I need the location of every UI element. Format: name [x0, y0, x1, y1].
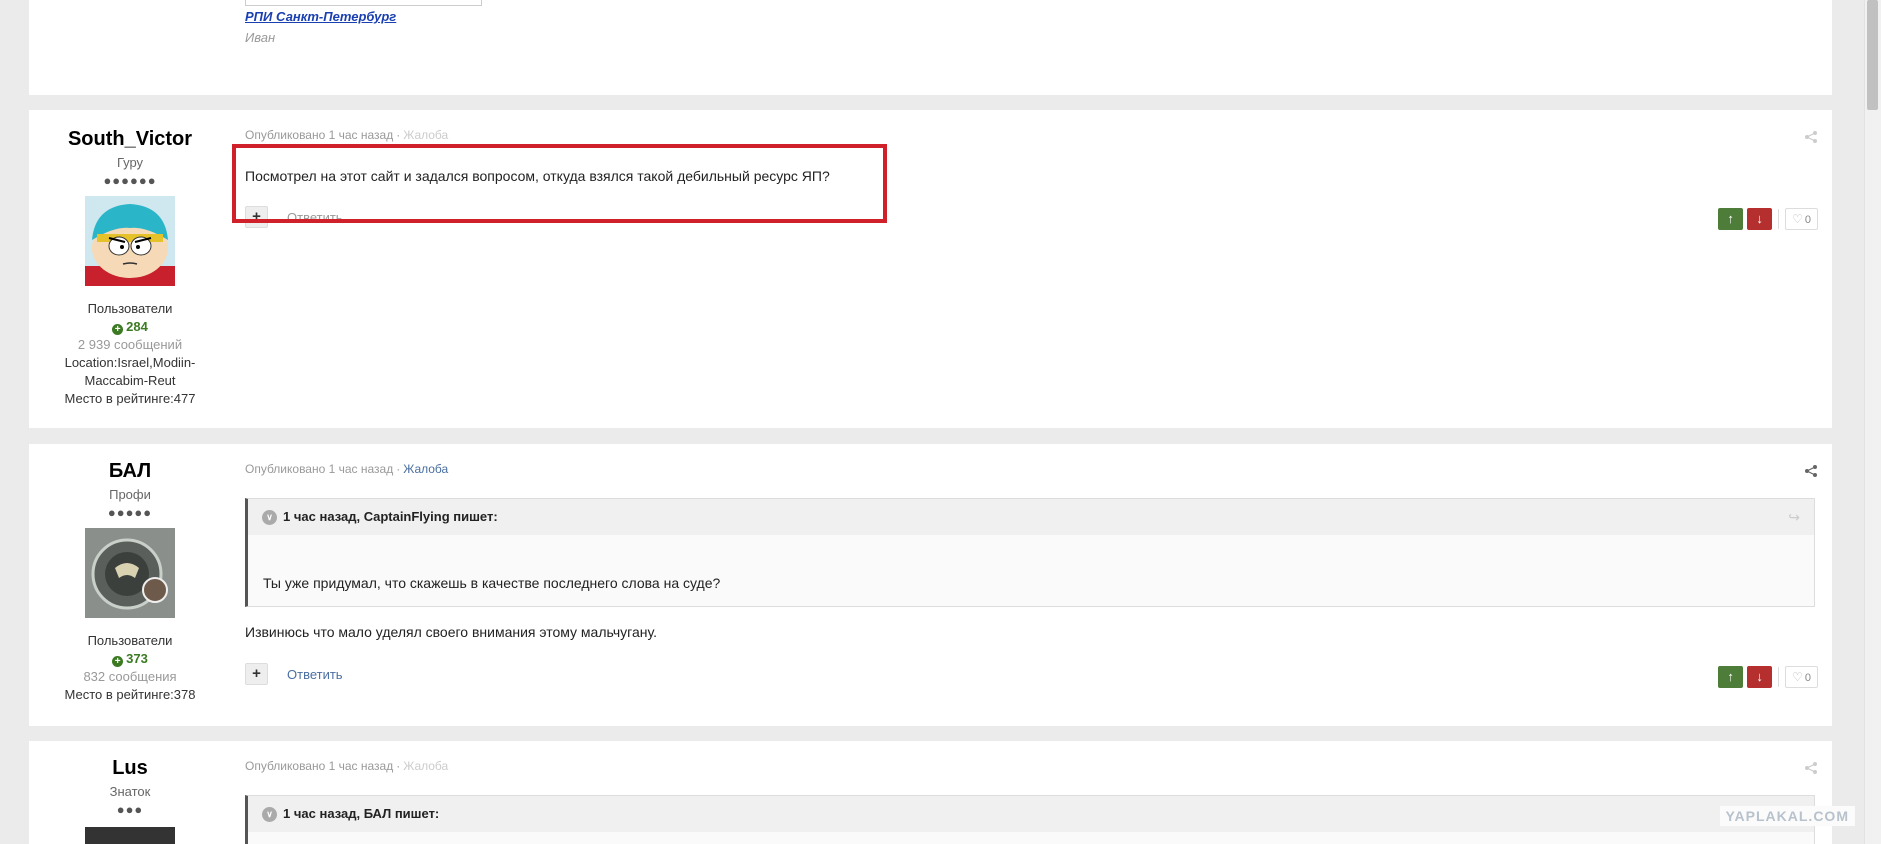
- user-rating: Место в рейтинге:477: [64, 391, 196, 406]
- author-panel: БАЛ Профи ●●●●● Пользователи +373 832 со…: [29, 444, 231, 704]
- cartman-avatar-icon: [85, 196, 175, 286]
- scrollbar[interactable]: [1864, 0, 1881, 844]
- report-link[interactable]: Жалоба: [403, 462, 448, 476]
- user-rating: Место в рейтинге:378: [64, 687, 196, 702]
- published-time[interactable]: Опубликовано 1 час назад: [245, 128, 393, 142]
- like-button[interactable]: ♡ 0: [1785, 208, 1818, 230]
- quote-block: ∨ 1 час назад, БАЛ пишет:: [245, 795, 1815, 844]
- rank-pips: ●●●●●●: [103, 173, 157, 188]
- post-lus: Lus Знаток ●●● Опубликовано 1 час назад ·…: [29, 741, 1832, 844]
- signature-link[interactable]: РПИ Санкт-Петербург: [245, 9, 396, 24]
- reputation-value: 284: [126, 319, 148, 334]
- reply-arrow-icon[interactable]: ↪: [1788, 499, 1800, 535]
- post-meta: Опубликовано 1 час назад · Жалоба: [245, 759, 449, 773]
- author-rank: Знаток: [109, 784, 151, 799]
- avatar[interactable]: [85, 827, 175, 844]
- posts-count[interactable]: 2 939 сообщений: [29, 336, 231, 354]
- plus-circle-icon: +: [112, 656, 124, 667]
- report-link[interactable]: Жалоба: [403, 128, 448, 142]
- share-icon[interactable]: [1804, 761, 1818, 775]
- chevron-down-icon[interactable]: ∨: [262, 510, 277, 525]
- signature-name: Иван: [245, 30, 276, 45]
- multiquote-button[interactable]: +: [245, 663, 268, 685]
- author-rank: Гуру: [116, 155, 144, 170]
- quote-header[interactable]: ∨ 1 час назад, БАЛ пишет:: [248, 796, 1814, 832]
- rank-pips: ●●●: [116, 802, 144, 817]
- user-group: Пользователи: [87, 301, 173, 316]
- report-link[interactable]: Жалоба: [403, 759, 448, 773]
- reputation-value: 373: [126, 651, 148, 666]
- site-watermark: YAPLAKAL.COM: [1719, 806, 1855, 826]
- reputation: +373: [29, 650, 231, 668]
- quote-author: 1 час назад, БАЛ пишет:: [283, 806, 440, 821]
- avatar[interactable]: [85, 528, 175, 618]
- reply-link[interactable]: Ответить: [287, 667, 343, 682]
- post-bal: БАЛ Профи ●●●●● Пользователи +373 832 со…: [29, 444, 1832, 726]
- quote-block: ∨ 1 час назад, CaptainFlying пишет: ↪ Ты …: [245, 498, 1815, 607]
- like-count: 0: [1804, 214, 1811, 226]
- quote-header[interactable]: ∨ 1 час назад, CaptainFlying пишет: ↪: [248, 499, 1814, 535]
- author-username[interactable]: БАЛ: [29, 460, 231, 483]
- author-panel: South_Victor Гуру ●●●●●● Пользователи +2…: [29, 110, 231, 408]
- share-icon[interactable]: [1804, 464, 1818, 478]
- plus-circle-icon: +: [112, 324, 124, 335]
- highlight-box: [232, 144, 887, 223]
- badge-avatar-icon: [85, 528, 175, 618]
- post-content: Извинюсь что мало уделял своего внимания…: [245, 624, 657, 640]
- quote-author: 1 час назад, CaptainFlying пишет:: [283, 509, 498, 524]
- like-count: 0: [1804, 672, 1811, 684]
- post-meta: Опубликовано 1 час назад · Жалоба: [245, 462, 449, 476]
- arrow-up-icon[interactable]: ↑: [1718, 666, 1744, 688]
- vote-separator: [1778, 209, 1780, 229]
- heart-icon: ♡: [1792, 670, 1803, 684]
- author-panel: Lus Знаток ●●●: [29, 741, 231, 844]
- published-time[interactable]: Опубликовано 1 час назад: [245, 462, 393, 476]
- user-group: Пользователи: [87, 633, 173, 648]
- signature-box: [245, 0, 482, 6]
- arrow-down-icon[interactable]: ↓: [1747, 208, 1773, 230]
- chevron-down-icon[interactable]: ∨: [262, 807, 277, 822]
- vote-separator: [1778, 667, 1780, 687]
- author-username[interactable]: South_Victor: [29, 128, 231, 151]
- user-location: Location:Israel,Modiin-Maccabim-Reut: [64, 355, 196, 388]
- arrow-up-icon[interactable]: ↑: [1718, 208, 1744, 230]
- post-meta: Опубликовано 1 час назад · Жалоба: [245, 128, 449, 142]
- rank-pips: ●●●●●: [107, 505, 153, 520]
- scrollbar-thumb[interactable]: [1867, 0, 1878, 110]
- avatar[interactable]: [85, 196, 175, 286]
- vote-controls: ↑ ↓ ♡ 0: [1714, 666, 1818, 688]
- vote-controls: ↑ ↓ ♡ 0: [1714, 208, 1818, 230]
- heart-icon: ♡: [1792, 212, 1803, 226]
- author-rank: Профи: [109, 487, 151, 502]
- share-icon[interactable]: [1804, 130, 1818, 144]
- published-time[interactable]: Опубликовано 1 час назад: [245, 759, 393, 773]
- author-username[interactable]: Lus: [29, 757, 231, 780]
- arrow-down-icon[interactable]: ↓: [1747, 666, 1773, 688]
- like-button[interactable]: ♡ 0: [1785, 666, 1818, 688]
- reputation: +284: [29, 318, 231, 336]
- posts-count[interactable]: 832 сообщения: [29, 668, 231, 686]
- quote-content: Ты уже придумал, что скажешь в качестве …: [263, 575, 721, 591]
